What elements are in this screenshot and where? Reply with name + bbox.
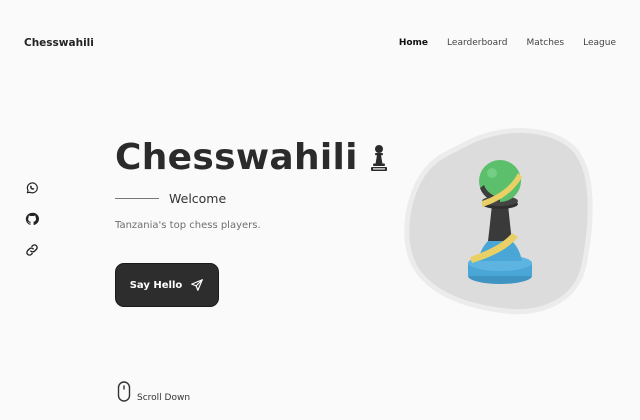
- welcome-divider: [115, 198, 159, 199]
- hero-pawn-illustration: [400, 125, 596, 317]
- welcome-row: Welcome: [115, 191, 226, 206]
- nav-league[interactable]: League: [583, 38, 616, 48]
- hero-tagline: Tanzania's top chess players.: [115, 220, 261, 231]
- hero-title: Chesswahili: [115, 137, 390, 178]
- send-icon: [190, 278, 204, 292]
- chess-pawn-icon: [368, 143, 390, 173]
- github-icon[interactable]: [25, 212, 39, 226]
- say-hello-button[interactable]: Say Hello: [115, 263, 219, 307]
- page: Chesswahili Home Learderboard Matches Le…: [0, 0, 640, 420]
- nav-leaderboard[interactable]: Learderboard: [447, 38, 507, 48]
- link-icon[interactable]: [25, 243, 39, 257]
- nav-home[interactable]: Home: [399, 38, 428, 48]
- mouse-icon: [117, 381, 131, 403]
- brand-logo[interactable]: Chesswahili: [24, 37, 94, 49]
- welcome-text: Welcome: [169, 191, 227, 206]
- main-nav: Home Learderboard Matches League: [399, 38, 616, 48]
- whatsapp-icon[interactable]: [25, 181, 39, 195]
- nav-matches[interactable]: Matches: [526, 38, 564, 48]
- scroll-down-link[interactable]: Scroll Down: [117, 381, 190, 403]
- scroll-down-label: Scroll Down: [137, 393, 191, 403]
- say-hello-label: Say Hello: [129, 279, 183, 291]
- hero-title-text: Chesswahili: [115, 137, 358, 178]
- social-links: [25, 181, 39, 257]
